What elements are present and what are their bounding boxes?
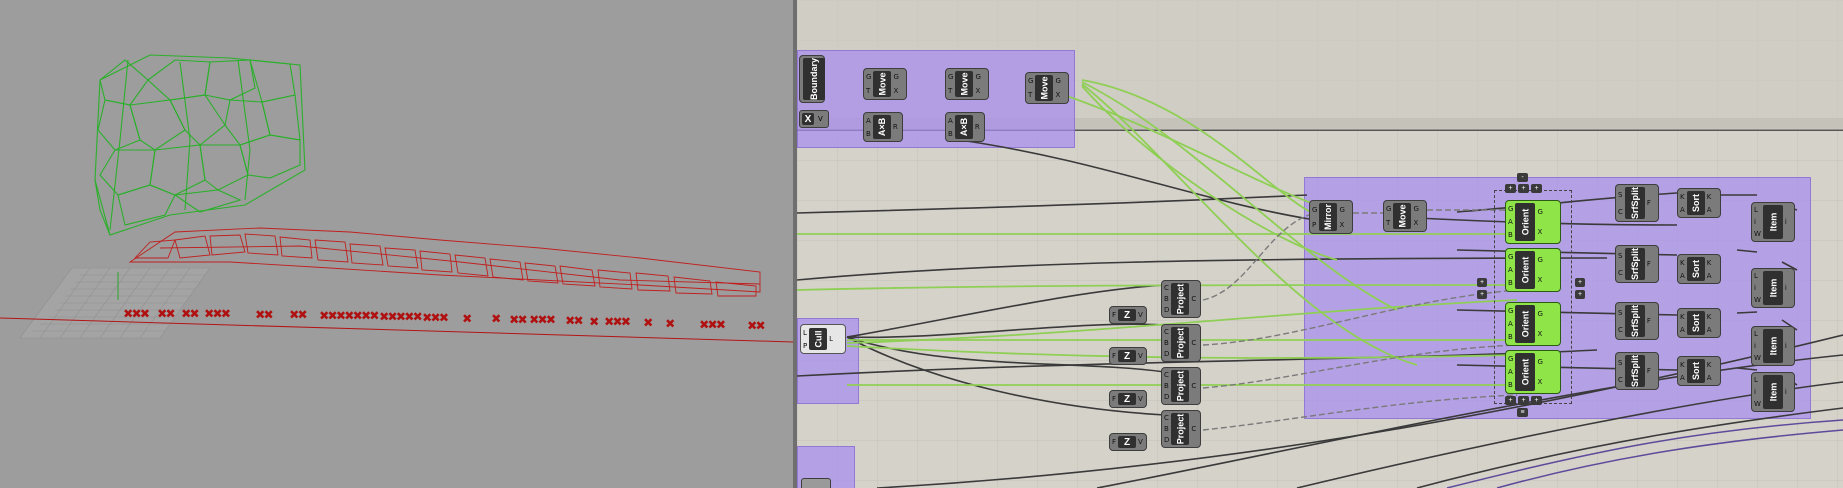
svg-text:✕✕: ✕✕ (748, 321, 765, 332)
move-component-2[interactable]: GT Move GX (945, 68, 989, 100)
orient-component-4[interactable]: GAB Orient GX (1505, 350, 1561, 394)
unit-z-component-3[interactable]: F Z V (1109, 390, 1147, 408)
srfsplit-component-2[interactable]: SC SrfSplit F (1615, 245, 1659, 283)
svg-text:✕✕: ✕✕ (290, 310, 307, 321)
svg-text:✕: ✕ (644, 318, 652, 329)
zoom-minus-button[interactable]: - (1517, 173, 1528, 182)
orient-component-1[interactable]: GAB Orient GX (1505, 200, 1561, 244)
grasshopper-canvas[interactable]: Boundary X V GT Move GX GT Move GX GT Mo… (797, 0, 1843, 488)
boundary-component[interactable]: Boundary (799, 55, 825, 103)
svg-text:✕✕✕✕✕✕✕: ✕✕✕✕✕✕✕ (320, 311, 379, 322)
unit-z-component-2[interactable]: F Z V (1109, 347, 1147, 365)
sort-component-2[interactable]: KA Sort KA (1677, 254, 1721, 284)
cluster-zoom-bottom[interactable]: ≡ (1517, 408, 1528, 417)
viewport-geometry: ✕✕✕ ✕✕ ✕✕ ✕✕✕ ✕✕ ✕✕ ✕✕✕✕✕✕✕ ✕✕✕✕✕ ✕✕✕ ✕ ✕ ✕✕ ✕✕✕… (0, 54, 793, 343)
svg-text:✕✕: ✕✕ (158, 309, 175, 320)
project-component-2[interactable]: CBD Project C (1161, 324, 1201, 362)
svg-text:✕✕: ✕✕ (510, 315, 527, 326)
svg-text:✕: ✕ (590, 317, 598, 328)
project-component-1[interactable]: CBD Project C (1161, 280, 1201, 318)
multiply-component-1[interactable]: AB A×B R (863, 112, 903, 142)
cluster-side-right-top[interactable]: + (1575, 278, 1585, 287)
cull-pattern-component[interactable]: LP Cull L (800, 324, 846, 354)
srfsplit-component-4[interactable]: SC SrfSplit F (1615, 352, 1659, 390)
ground-grid (19, 267, 211, 339)
zoom-add-left-button[interactable]: + (1505, 184, 1516, 193)
unit-z-component-1[interactable]: F Z V (1109, 306, 1147, 324)
move-component-4[interactable]: GT Move GX (1383, 200, 1427, 232)
srfsplit-component-3[interactable]: SC SrfSplit F (1615, 302, 1659, 340)
x-number-param[interactable]: X V (799, 110, 829, 128)
svg-text:✕✕✕: ✕✕✕ (205, 309, 230, 320)
svg-text:✕✕: ✕✕ (566, 316, 583, 327)
zoom-add-left-button-bottom[interactable]: + (1505, 396, 1516, 405)
list-item-component-2[interactable]: LiW Item i (1751, 268, 1795, 308)
svg-text:✕: ✕ (492, 314, 500, 325)
sort-component-3[interactable]: KA Sort KA (1677, 308, 1721, 338)
move-component-1[interactable]: GT Move GX (863, 68, 907, 100)
red-point-markers: ✕✕✕ ✕✕ ✕✕ ✕✕✕ ✕✕ ✕✕ ✕✕✕✕✕✕✕ ✕✕✕✕✕ ✕✕✕ ✕ ✕ ✕✕ ✕✕✕… (123, 308, 765, 333)
list-item-component-4[interactable]: LiW Item i (1751, 372, 1795, 412)
svg-text:✕✕: ✕✕ (182, 309, 199, 320)
sort-component-1[interactable]: KA Sort KA (1677, 188, 1721, 218)
svg-text:✕: ✕ (463, 314, 471, 325)
svg-text:✕✕✕: ✕✕✕ (124, 309, 149, 320)
zoom-add-right-button-bottom[interactable]: + (1531, 396, 1542, 405)
zoom-add-mid-button-bottom[interactable]: + (1518, 396, 1529, 405)
svg-text:✕✕✕✕✕: ✕✕✕✕✕ (380, 312, 422, 323)
list-item-component-1[interactable]: LiW Item i (1751, 202, 1795, 242)
zoom-menu-button[interactable]: ≡ (1517, 408, 1528, 417)
cluster-zoom-bottom-row[interactable]: + + + (1505, 396, 1542, 405)
unit-z-component-4[interactable]: F Z V (1109, 433, 1147, 451)
svg-text:✕✕✕: ✕✕✕ (423, 313, 448, 324)
move-component-3[interactable]: GT Move GX (1025, 72, 1069, 104)
mirror-component[interactable]: GP Mirror GX (1309, 200, 1353, 234)
svg-text:✕: ✕ (666, 319, 674, 330)
orient-component-2[interactable]: GAB Orient GX (1505, 248, 1561, 292)
zoom-add-right-button[interactable]: + (1531, 184, 1542, 193)
multiply-component-2[interactable]: AB A×B R (945, 112, 985, 142)
project-component-4[interactable]: CBD Project C (1161, 410, 1201, 448)
cluster-zoom-top[interactable]: - (1517, 173, 1528, 182)
bottom-param[interactable] (801, 478, 831, 488)
red-voronoi-strip (128, 227, 761, 297)
srfsplit-component-1[interactable]: SC SrfSplit F (1615, 184, 1659, 222)
list-item-component-3[interactable]: LiW Item i (1751, 326, 1795, 366)
svg-text:✕✕✕: ✕✕✕ (530, 315, 555, 326)
cluster-side-left-mid[interactable]: + (1477, 290, 1487, 299)
svg-text:✕✕✕: ✕✕✕ (700, 320, 725, 331)
svg-text:✕✕: ✕✕ (256, 310, 273, 321)
zoom-add-mid-button[interactable]: + (1518, 184, 1529, 193)
svg-text:✕✕✕: ✕✕✕ (605, 317, 630, 328)
green-voronoi-curtain (94, 54, 306, 236)
rhino-viewport[interactable]: ✕✕✕ ✕✕ ✕✕ ✕✕✕ ✕✕ ✕✕ ✕✕✕✕✕✕✕ ✕✕✕✕✕ ✕✕✕ ✕ ✕ ✕✕ ✕✕✕… (0, 0, 793, 488)
project-component-3[interactable]: CBD Project C (1161, 367, 1201, 405)
sort-component-4[interactable]: KA Sort KA (1677, 356, 1721, 386)
cluster-side-left-top[interactable]: + (1477, 278, 1487, 287)
cluster-side-right-mid[interactable]: + (1575, 290, 1585, 299)
orient-component-3[interactable]: GAB Orient GX (1505, 302, 1561, 346)
x-param-label: X (802, 113, 814, 125)
cluster-zoom-top-row[interactable]: + + + (1505, 184, 1542, 193)
x-param-output: V (818, 115, 823, 123)
